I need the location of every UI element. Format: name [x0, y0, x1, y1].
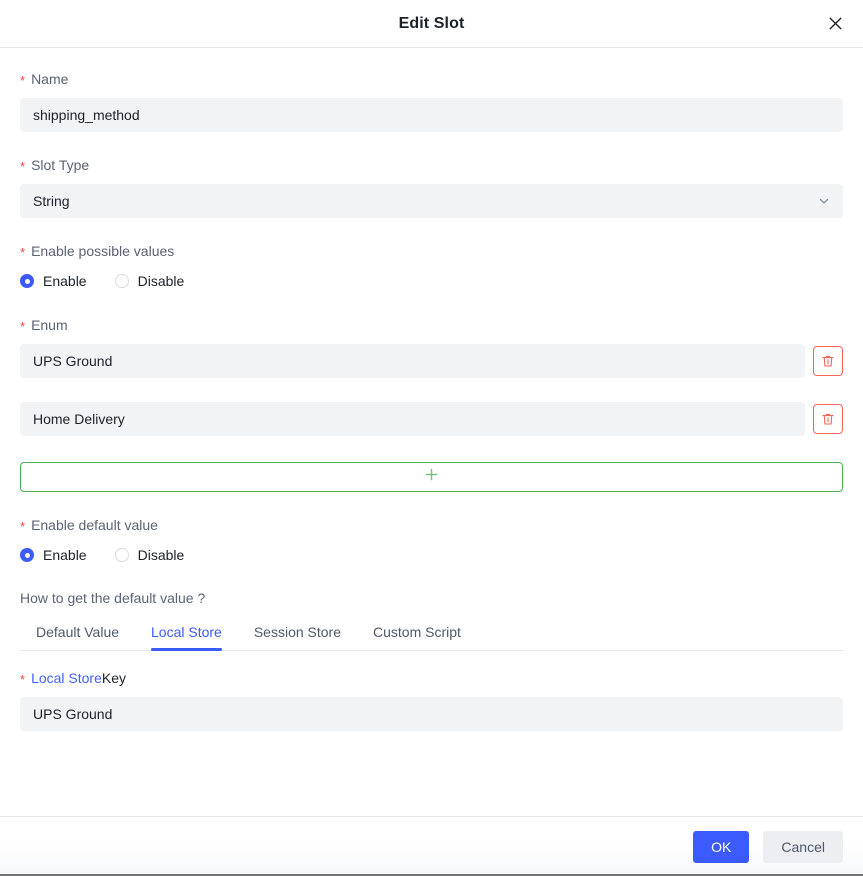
field-slot-type: * Slot Type String	[20, 156, 843, 218]
field-enable-default-value: * Enable default value Enable Disable	[20, 516, 843, 566]
field-enum: * Enum UPS Ground Home Delivery	[20, 316, 843, 492]
plus-icon	[424, 467, 439, 487]
tab-session-store[interactable]: Session Store	[238, 623, 357, 650]
field-enable-possible-values: * Enable possible values Enable Disable	[20, 242, 843, 292]
tab-local-store[interactable]: Local Store	[135, 623, 238, 651]
enum-value-text: Home Delivery	[33, 411, 125, 427]
slot-type-label-text: Slot Type	[31, 157, 90, 173]
enable-default-value-label: * Enable default value	[20, 516, 843, 534]
radio-selected-icon	[20, 274, 34, 288]
enable-default-value-label-text: Enable default value	[31, 517, 158, 533]
name-label: * Name	[20, 70, 843, 88]
enum-row: UPS Ground	[20, 344, 843, 378]
add-enum-button[interactable]	[20, 462, 843, 492]
cancel-button[interactable]: Cancel	[763, 830, 843, 863]
enable-possible-values-radio-group: Enable Disable	[20, 270, 843, 292]
required-asterisk: *	[20, 245, 26, 260]
radio-default-value-disable[interactable]: Disable	[114, 547, 185, 563]
field-name: * Name shipping_method	[20, 70, 843, 132]
trash-icon[interactable]	[813, 404, 843, 434]
field-local-store-key: * Local Store Key UPS Ground	[20, 669, 843, 731]
trash-icon[interactable]	[813, 346, 843, 376]
radio-label: Disable	[137, 273, 185, 289]
radio-unselected-icon	[114, 548, 129, 562]
enum-row: Home Delivery	[20, 402, 843, 436]
default-value-question: How to get the default value ?	[20, 590, 206, 606]
slot-type-value: String	[33, 193, 70, 209]
local-store-key-label-accent: Local Store	[31, 670, 102, 686]
radio-possible-values-disable[interactable]: Disable	[114, 273, 185, 289]
name-input[interactable]: shipping_method	[20, 98, 843, 132]
enable-possible-values-label: * Enable possible values	[20, 242, 843, 260]
local-store-key-label-rest: Key	[101, 670, 127, 686]
required-asterisk: *	[20, 672, 26, 687]
ok-button[interactable]: OK	[693, 830, 750, 863]
radio-selected-icon	[20, 548, 34, 562]
radio-label: Enable	[43, 547, 87, 563]
enable-default-value-radio-group: Enable Disable	[20, 544, 843, 566]
tab-custom-script[interactable]: Custom Script	[357, 623, 477, 650]
required-asterisk: *	[20, 519, 26, 534]
dialog-body: * Name shipping_method * Slot Type Strin…	[0, 48, 863, 816]
tab-default-value[interactable]: Default Value	[20, 623, 135, 650]
edit-slot-dialog: Edit Slot * Name shipping_method * Slot …	[0, 0, 863, 876]
name-input-value: shipping_method	[33, 107, 140, 123]
local-store-key-value: UPS Ground	[33, 706, 113, 722]
dialog-footer: OK Cancel	[0, 816, 863, 876]
radio-unselected-icon	[114, 274, 129, 288]
slot-type-label: * Slot Type	[20, 156, 843, 174]
chevron-down-icon	[818, 195, 830, 207]
page-title: Edit Slot	[398, 14, 465, 32]
close-icon[interactable]	[821, 10, 849, 38]
radio-label: Enable	[43, 273, 87, 289]
enum-label-text: Enum	[31, 317, 68, 333]
enum-label: * Enum	[20, 316, 843, 334]
local-store-key-label: * Local Store Key	[20, 669, 843, 687]
field-default-value-source: How to get the default value ? Default V…	[20, 590, 843, 651]
radio-default-value-enable[interactable]: Enable	[20, 547, 87, 563]
radio-label: Disable	[137, 547, 185, 563]
default-value-tabs: Default Value Local Store Session Store …	[20, 618, 843, 651]
local-store-key-input[interactable]: UPS Ground	[20, 697, 843, 731]
required-asterisk: *	[20, 159, 26, 174]
dialog-header: Edit Slot	[0, 0, 863, 48]
required-asterisk: *	[20, 319, 26, 334]
name-label-text: Name	[31, 71, 69, 87]
required-asterisk: *	[20, 73, 26, 88]
enable-possible-values-label-text: Enable possible values	[31, 243, 175, 259]
slot-type-select[interactable]: String	[20, 184, 843, 218]
enum-value-input-0[interactable]: UPS Ground	[20, 344, 805, 378]
enum-value-text: UPS Ground	[33, 353, 113, 369]
enum-value-input-1[interactable]: Home Delivery	[20, 402, 805, 436]
radio-possible-values-enable[interactable]: Enable	[20, 273, 87, 289]
